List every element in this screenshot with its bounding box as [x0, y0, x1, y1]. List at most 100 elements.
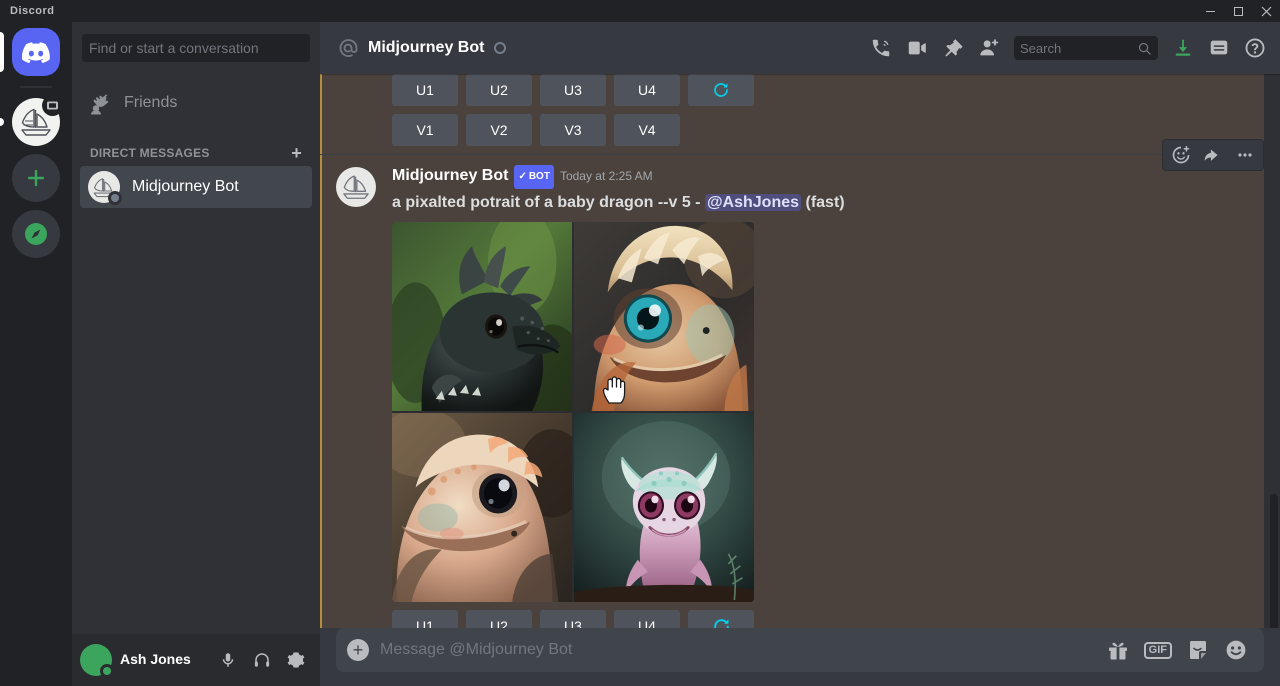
user-name-label: Ash Jones	[120, 651, 191, 668]
upscale-button-u4[interactable]: U4	[614, 610, 680, 628]
dragon-image-2[interactable]	[574, 222, 754, 411]
message-scrollbar-thumb[interactable]	[1270, 494, 1278, 628]
message-scrollbar-track[interactable]	[1264, 74, 1280, 628]
start-voice-call-button[interactable]	[864, 32, 898, 64]
more-actions-button[interactable]	[1229, 141, 1261, 169]
search-placeholder: Search	[1020, 40, 1062, 56]
upscale-button-u3[interactable]: U3	[540, 74, 606, 106]
upscale-button-u1[interactable]: U1	[392, 610, 458, 628]
gif-icon: GIF	[1143, 641, 1172, 659]
start-video-call-button[interactable]	[900, 32, 934, 64]
message-composer[interactable]: + Message @Midjourney Bot GIF	[336, 628, 1264, 672]
sidebar-search-container: Find or start a conversation	[72, 22, 320, 74]
inbox-downloads-button[interactable]	[1166, 32, 1200, 64]
user-mention[interactable]: @AshJones	[704, 194, 802, 211]
composer-actions: GIF	[1106, 638, 1248, 662]
compass-icon	[25, 223, 47, 245]
at-sign-icon	[336, 36, 360, 60]
dragon-image-4[interactable]	[574, 413, 754, 602]
find-conversation-input[interactable]: Find or start a conversation	[82, 34, 310, 62]
upscale-button-row-previous: U1 U2 U3 U4	[392, 74, 1232, 106]
variation-button-v1[interactable]: V1	[392, 114, 458, 146]
dragon-image-1-art	[392, 222, 572, 411]
variation-button-v2[interactable]: V2	[466, 114, 532, 146]
rail-item-add-server[interactable]	[0, 154, 72, 202]
avatar[interactable]	[336, 167, 376, 207]
create-dm-button[interactable]: +	[291, 144, 304, 162]
upload-attachment-button[interactable]: +	[336, 628, 380, 672]
sticker-button[interactable]	[1186, 638, 1210, 662]
message-input[interactable]: Message @Midjourney Bot	[380, 641, 1106, 659]
variation-button-v4[interactable]: V4	[614, 114, 680, 146]
refresh-icon	[714, 83, 728, 97]
avatar	[88, 171, 122, 205]
dragon-image-3[interactable]	[392, 413, 572, 602]
add-person-icon	[980, 39, 999, 56]
variation-button-v3[interactable]: V3	[540, 114, 606, 146]
deafen-button[interactable]	[246, 644, 278, 676]
maximize-icon	[1233, 6, 1243, 16]
add-reaction-icon	[1172, 145, 1190, 164]
upscale-button-u2[interactable]: U2	[466, 610, 532, 628]
friends-label: Friends	[124, 94, 178, 111]
prompt-separator: -	[695, 194, 701, 211]
more-horizontal-icon	[1238, 153, 1252, 157]
message-previous: U1 U2 U3 U4 V1 V2 V3 V4	[320, 74, 1280, 154]
upscale-button-u4[interactable]: U4	[614, 74, 680, 106]
gear-icon	[287, 652, 305, 668]
close-button[interactable]	[1252, 0, 1280, 22]
header-actions: Search	[864, 32, 1272, 64]
midjourney-server-button[interactable]	[12, 95, 63, 146]
search-input[interactable]: Search	[1014, 36, 1158, 60]
gift-icon	[1108, 642, 1127, 660]
sidebar-item-friends[interactable]: Friends	[80, 82, 312, 124]
inbox-button[interactable]	[1202, 32, 1236, 64]
discord-logo-icon	[22, 41, 50, 63]
user-settings-button[interactable]	[280, 644, 312, 676]
discord-home-button[interactable]	[12, 28, 60, 76]
upscale-button-u3[interactable]: U3	[540, 610, 606, 628]
dm-item-midjourney-bot[interactable]: Midjourney Bot	[80, 166, 312, 208]
pinned-messages-button[interactable]	[936, 32, 970, 64]
dm-sidebar: Find or start a conversation Friends DIR…	[72, 22, 320, 686]
search-icon	[1137, 41, 1152, 56]
user-panel: Ash Jones	[72, 634, 320, 686]
rail-item-home[interactable]	[0, 28, 72, 76]
message-content: a pixalted potrait of a baby dragon --v …	[392, 192, 1232, 214]
message-header: Midjourney Bot ✓ BOT Today at 2:25 AM	[392, 165, 1232, 190]
mute-microphone-button[interactable]	[212, 644, 244, 676]
generation-speed-label: (fast)	[805, 194, 845, 211]
add-server-button[interactable]	[12, 154, 60, 202]
add-friends-to-dm-button[interactable]	[972, 32, 1006, 64]
dragon-image-1[interactable]	[392, 222, 572, 411]
explore-servers-button[interactable]	[12, 210, 60, 258]
avatar[interactable]	[80, 644, 114, 678]
microphone-icon	[222, 653, 234, 667]
minimize-button[interactable]	[1196, 0, 1224, 22]
gif-button[interactable]: GIF	[1143, 641, 1172, 659]
server-badge	[42, 95, 63, 116]
add-reaction-button[interactable]	[1165, 141, 1197, 169]
bot-badge: ✓ BOT	[514, 165, 554, 189]
gift-button[interactable]	[1106, 638, 1130, 662]
question-mark-icon	[1245, 38, 1265, 58]
maximize-button[interactable]	[1224, 0, 1252, 22]
generated-image-grid[interactable]	[392, 222, 754, 602]
message-author[interactable]: Midjourney Bot	[392, 165, 508, 187]
help-button[interactable]	[1238, 32, 1272, 64]
composer-container: + Message @Midjourney Bot GIF	[320, 628, 1280, 686]
upscale-button-u2[interactable]: U2	[466, 74, 532, 106]
page-title: Midjourney Bot	[368, 39, 485, 56]
reroll-button[interactable]	[688, 610, 754, 628]
status-badge	[494, 42, 507, 54]
title-bar: Discord	[0, 0, 1280, 22]
emoji-button[interactable]	[1224, 638, 1248, 662]
upscale-button-u1[interactable]: U1	[392, 74, 458, 106]
reroll-button-previous[interactable]	[688, 74, 754, 106]
main-content: Midjourney Bot Search U1 U2 U3 U4 V1 V2 …	[320, 22, 1280, 686]
message-list[interactable]: U1 U2 U3 U4 V1 V2 V3 V4 Midjourney Bot ✓…	[320, 74, 1280, 628]
rail-item-midjourney[interactable]	[0, 95, 72, 146]
rail-item-explore[interactable]	[0, 210, 72, 258]
reply-button[interactable]	[1197, 141, 1229, 169]
emoji-icon	[1226, 640, 1246, 660]
